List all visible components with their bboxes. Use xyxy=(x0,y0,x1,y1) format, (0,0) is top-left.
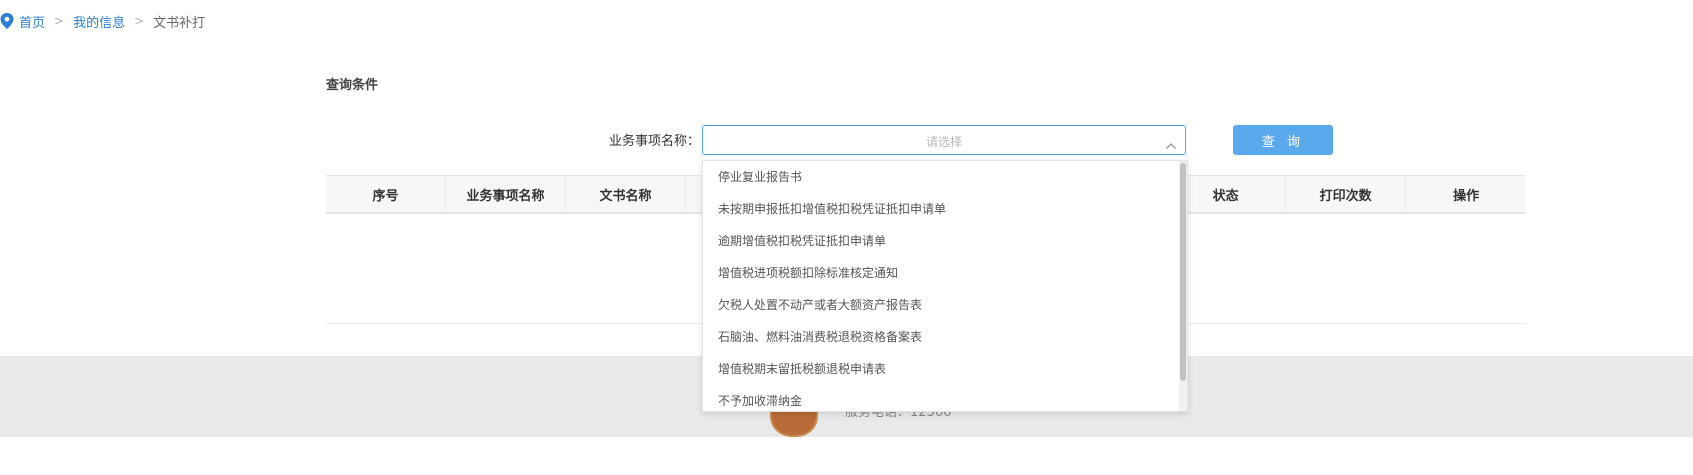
dropdown-option[interactable]: 逾期增值税扣税凭证抵扣申请单 xyxy=(703,225,1179,257)
breadcrumb-separator: > xyxy=(134,14,145,28)
dropdown-option[interactable]: 石脑油、燃料油消费税退税资格备案表 xyxy=(703,321,1179,353)
dropdown-option[interactable]: 停业复业报告书 xyxy=(703,161,1179,193)
chevron-up-icon xyxy=(1165,136,1177,149)
query-section-title: 查询条件 xyxy=(326,78,379,93)
breadcrumb-separator: > xyxy=(54,14,65,28)
dropdown-option[interactable]: 不予加收滞纳金 xyxy=(703,385,1179,411)
column-header-print-count: 打印次数 xyxy=(1286,176,1407,212)
breadcrumb-home-link[interactable]: 首页 xyxy=(19,12,45,31)
column-header-actions: 操作 xyxy=(1453,188,1480,204)
dropdown-option[interactable]: 增值税进项税额扣除标准核定通知 xyxy=(703,257,1179,289)
dropdown-option[interactable]: 未按期申报抵扣增值税扣税凭证抵扣申请单 xyxy=(703,193,1179,225)
business-item-dropdown[interactable]: 停业复业报告书 未按期申报抵扣增值税扣税凭证抵扣申请单 逾期增值税扣税凭证抵扣申… xyxy=(702,160,1188,412)
query-button[interactable]: 查 询 xyxy=(1233,125,1333,155)
column-header-business-item: 业务事项名称 xyxy=(446,176,567,212)
dropdown-option[interactable]: 欠税人处置不动产或者大额资产报告表 xyxy=(703,289,1179,321)
business-item-label: 业务事项名称： xyxy=(608,134,700,149)
breadcrumb-current: 文书补打 xyxy=(153,15,206,31)
location-pin-icon xyxy=(0,13,14,29)
column-header-document-name: 文书名称 xyxy=(566,176,687,212)
scrollbar-thumb[interactable] xyxy=(1180,163,1186,381)
breadcrumb-my-info-link[interactable]: 我的信息 xyxy=(73,12,125,31)
select-placeholder: 请选择 xyxy=(925,135,962,149)
dropdown-option[interactable]: 增值税期末留抵税额退税申请表 xyxy=(703,353,1179,385)
business-item-select[interactable]: 请选择 xyxy=(702,125,1186,155)
column-header-index: 序号 xyxy=(326,176,447,212)
breadcrumb: 首页 > 我的信息 > 文书补打 xyxy=(0,10,205,32)
dropdown-options-list: 停业复业报告书 未按期申报抵扣增值税扣税凭证抵扣申请单 逾期增值税扣税凭证抵扣申… xyxy=(703,161,1179,411)
dropdown-scrollbar[interactable] xyxy=(1179,161,1187,411)
